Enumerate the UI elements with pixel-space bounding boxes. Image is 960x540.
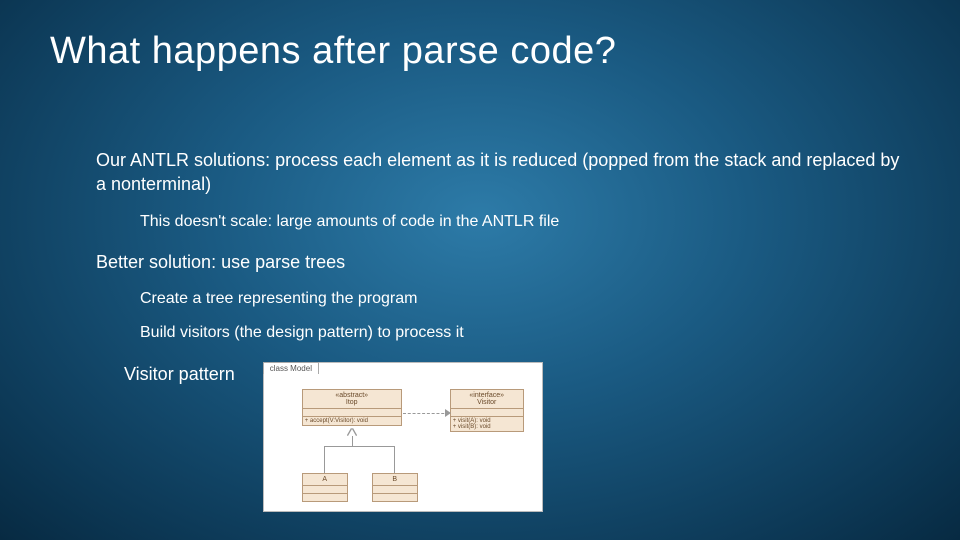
- uml-diagram: class Model «abstract»Itop + accept(V:Vi…: [263, 362, 543, 512]
- bullet-text: Visitor pattern: [124, 362, 235, 386]
- diamond-icon: [72, 255, 82, 265]
- diamond-icon: [120, 216, 128, 224]
- bullet-item: This doesn't scale: large amounts of cod…: [72, 211, 910, 233]
- bullet-item: Our ANTLR solutions: process each elemen…: [72, 148, 910, 197]
- uml-dependency-line: [403, 413, 449, 414]
- bullet-item: Better solution: use parse trees: [72, 250, 910, 274]
- diamond-icon: [72, 367, 82, 377]
- uml-gen-line: [324, 446, 395, 447]
- uml-gen-line: [324, 446, 325, 473]
- uml-class-itop: «abstract»Itop + accept(V:Visitor): void: [302, 389, 402, 426]
- bullet-text: Create a tree representing the program: [140, 288, 417, 310]
- slide-body: Our ANTLR solutions: process each elemen…: [50, 148, 910, 512]
- uml-gen-line: [394, 446, 395, 473]
- bullet-text: Build visitors (the design pattern) to p…: [140, 322, 464, 344]
- diamond-icon: [72, 153, 82, 163]
- diamond-icon: [120, 293, 128, 301]
- uml-arrow-icon: [445, 409, 451, 417]
- uml-class-a: A: [302, 473, 348, 502]
- bullet-text: This doesn't scale: large amounts of cod…: [140, 211, 559, 233]
- uml-gen-line: [352, 436, 353, 447]
- uml-class-b: B: [372, 473, 418, 502]
- bullet-item: Visitor pattern class Model «abstract»It…: [72, 362, 910, 512]
- bullet-item: Build visitors (the design pattern) to p…: [72, 322, 910, 344]
- bullet-text: Our ANTLR solutions: process each elemen…: [96, 148, 910, 197]
- uml-tab-label: class Model: [263, 362, 319, 374]
- slide-title: What happens after parse code?: [50, 30, 910, 73]
- diamond-icon: [120, 327, 128, 335]
- bullet-item: Create a tree representing the program: [72, 288, 910, 310]
- bullet-text: Better solution: use parse trees: [96, 250, 345, 274]
- uml-class-visitor: «interface»Visitor + visit(A): void+ vis…: [450, 389, 524, 432]
- uml-generalization-icon: [348, 429, 356, 436]
